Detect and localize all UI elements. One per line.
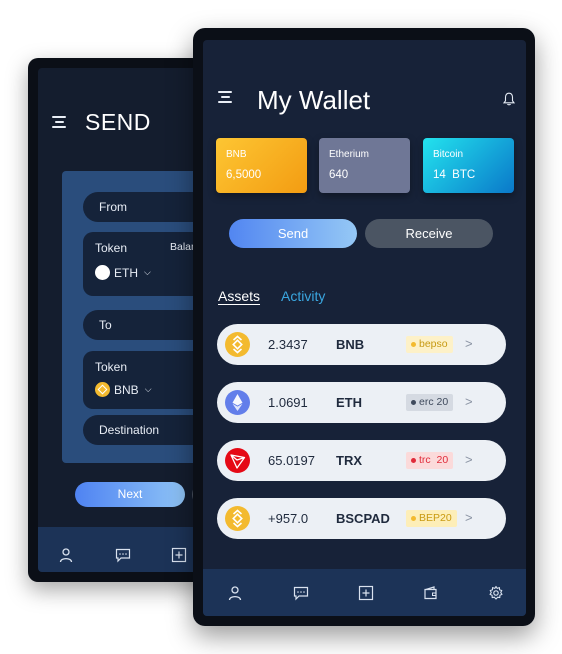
asset-symbol: BNB bbox=[336, 337, 365, 352]
asset-row-bnb[interactable]: 2.3437 BNB bepso > bbox=[217, 324, 506, 365]
chevron-right-icon[interactable]: > bbox=[465, 394, 473, 409]
asset-symbol: TRX bbox=[336, 453, 362, 468]
card-value: 640 bbox=[329, 169, 349, 181]
balance-card-btc[interactable]: Bitcoin 14 BTC bbox=[423, 138, 514, 193]
tab-activity[interactable]: Activity bbox=[281, 288, 325, 304]
card-value: 6,5000 bbox=[226, 169, 262, 181]
send-title: SEND bbox=[85, 109, 151, 135]
asset-row-trx[interactable]: 65.0197 TRX trc 20 > bbox=[217, 440, 506, 481]
asset-symbol: ETH bbox=[336, 395, 362, 410]
from-label: From bbox=[99, 200, 127, 214]
wallet-screen: My Wallet BNB 6,5000 Etherium 640 Bitcoi… bbox=[203, 40, 526, 616]
page-title: My Wallet bbox=[257, 85, 371, 115]
asset-amount: 2.3437 bbox=[268, 337, 308, 352]
asset-row-bscpad[interactable]: +957.0 BSCPAD BEP20 > bbox=[217, 498, 506, 539]
bnb-coin-icon bbox=[95, 382, 110, 397]
chevron-down-icon: ⌵ bbox=[144, 384, 152, 394]
card-name: BNB bbox=[226, 149, 247, 160]
tron-logo-icon bbox=[225, 448, 250, 473]
settings-icon[interactable] bbox=[488, 585, 504, 601]
chat-icon[interactable] bbox=[293, 585, 309, 601]
asset-amount: 65.0197 bbox=[268, 453, 315, 468]
eth-logo-icon bbox=[225, 390, 250, 415]
eth-coin-icon bbox=[95, 265, 110, 280]
network-badge: bepso bbox=[406, 336, 453, 353]
menu-icon[interactable] bbox=[218, 91, 234, 103]
plus-square-icon[interactable] bbox=[171, 547, 187, 563]
balance-card-bnb[interactable]: BNB 6,5000 bbox=[216, 138, 307, 193]
bell-icon[interactable] bbox=[503, 92, 515, 106]
asset-symbol: BSCPAD bbox=[336, 511, 390, 526]
chevron-right-icon[interactable]: > bbox=[465, 336, 473, 351]
token-label: Token bbox=[95, 241, 128, 255]
card-name: Bitcoin bbox=[433, 149, 464, 160]
chevron-right-icon[interactable]: > bbox=[465, 510, 473, 525]
receive-button[interactable]: Receive bbox=[365, 219, 493, 248]
network-badge: erc 20 bbox=[406, 394, 454, 411]
to-token-value: BNB bbox=[114, 382, 139, 397]
plus-square-icon[interactable] bbox=[358, 585, 374, 601]
bscpad-logo-icon bbox=[225, 506, 250, 531]
bnb-logo-icon bbox=[225, 332, 250, 357]
network-badge: trc 20 bbox=[406, 452, 454, 469]
to-label: To bbox=[99, 318, 112, 332]
asset-amount: +957.0 bbox=[268, 511, 309, 526]
wallet-bottom-nav bbox=[203, 569, 526, 616]
card-value: 14 BTC bbox=[433, 169, 476, 181]
user-icon[interactable] bbox=[58, 547, 74, 563]
wallet-phone: My Wallet BNB 6,5000 Etherium 640 Bitcoi… bbox=[193, 28, 535, 626]
from-token-value: ETH bbox=[114, 265, 138, 280]
menu-icon[interactable] bbox=[52, 116, 68, 128]
chevron-right-icon[interactable]: > bbox=[465, 452, 473, 467]
tab-assets[interactable]: Assets bbox=[218, 288, 260, 304]
next-button[interactable]: Next bbox=[75, 482, 185, 507]
destination-label: Destination bbox=[99, 423, 160, 437]
asset-row-eth[interactable]: 1.0691 ETH erc 20 > bbox=[217, 382, 506, 423]
network-badge: BEP20 bbox=[406, 510, 457, 527]
user-icon[interactable] bbox=[227, 585, 243, 601]
card-name: Etherium bbox=[329, 149, 370, 160]
wallet-icon[interactable] bbox=[423, 585, 439, 601]
chevron-down-icon: ⌵ bbox=[144, 267, 151, 277]
chat-icon[interactable] bbox=[115, 547, 131, 563]
send-button[interactable]: Send bbox=[229, 219, 357, 248]
balance-card-eth[interactable]: Etherium 640 bbox=[319, 138, 410, 193]
asset-amount: 1.0691 bbox=[268, 395, 308, 410]
